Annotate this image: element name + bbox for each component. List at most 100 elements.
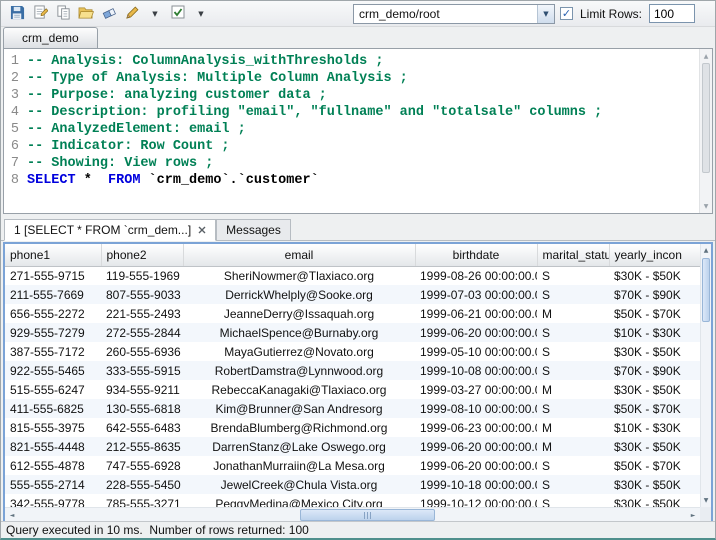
results-tabbar: 1 [SELECT * FROM `crm_dem...] Messages	[1, 218, 715, 241]
table-row[interactable]: 929-555-7279272-555-2844MichaelSpence@Bu…	[5, 323, 700, 342]
scroll-down-icon[interactable]: ▼	[701, 494, 711, 507]
result-tab-messages[interactable]: Messages	[216, 219, 291, 241]
table-row[interactable]: 211-555-7669807-555-9033DerrickWhelply@S…	[5, 285, 700, 304]
editor-line: 1 -- Analysis: ColumnAnalysis_withThresho…	[9, 53, 697, 70]
main-toolbar: ▼ ▼ crm_demo/root ▼ ✓ Limit Rows:	[1, 1, 715, 27]
table-cell: 656-555-2272	[5, 304, 101, 323]
table-cell: $30K - $50K	[609, 475, 700, 494]
editor-scrollbar[interactable]: ▲ ▼	[699, 49, 712, 213]
table-cell: 1999-07-03 00:00:00.000	[415, 285, 537, 304]
line-number: 1	[9, 53, 19, 70]
clear-editor-button[interactable]	[99, 4, 119, 24]
table-row[interactable]: 342-555-9778785-555-3271PeggyMedina@Mexi…	[5, 494, 700, 507]
table-cell: 130-555-6818	[101, 399, 183, 418]
save-icon	[10, 5, 25, 23]
table-row[interactable]: 515-555-6247934-555-9211RebeccaKanagaki@…	[5, 380, 700, 399]
table-row[interactable]: 922-555-5465333-555-5915RobertDamstra@Ly…	[5, 361, 700, 380]
column-header-yearly_incon[interactable]: yearly_incon	[609, 244, 700, 266]
result-tab-messages-label: Messages	[226, 223, 281, 237]
table-cell: JeanneDerry@Issaquah.org	[183, 304, 415, 323]
sql-token-comment: -- Analysis: ColumnAnalysis_withThreshol…	[27, 54, 383, 69]
column-header-phone2[interactable]: phone2	[101, 244, 183, 266]
result-tab-query[interactable]: 1 [SELECT * FROM `crm_dem...]	[4, 219, 216, 241]
column-header-marital_status[interactable]: marital_status	[537, 244, 609, 266]
horizontal-scrollbar-thumb[interactable]	[300, 509, 435, 521]
scroll-right-icon[interactable]: ►	[686, 508, 700, 522]
table-row[interactable]: 387-555-7172260-555-6936MayaGutierrez@No…	[5, 342, 700, 361]
sql-editor[interactable]: 1 -- Analysis: ColumnAnalysis_withThresho…	[3, 48, 713, 214]
limit-rows-checkbox[interactable]: ✓	[560, 7, 573, 20]
editor-tab-crm-demo[interactable]: crm_demo	[3, 27, 98, 48]
table-cell: 333-555-5915	[101, 361, 183, 380]
editor-scrollbar-thumb[interactable]	[702, 63, 710, 173]
table-cell: 221-555-2493	[101, 304, 183, 323]
table-row[interactable]: 555-555-2714228-555-5450JewelCreek@Chula…	[5, 475, 700, 494]
editor-line: 5 -- AnalyzedElement: email ;	[9, 121, 697, 138]
table-row[interactable]: 271-555-9715119-555-1969SheriNowmer@Tlax…	[5, 266, 700, 285]
table-row[interactable]: 612-555-4878747-555-6928JonathanMurraiin…	[5, 456, 700, 475]
execute-options-button[interactable]: ▼	[191, 4, 211, 24]
table-row[interactable]: 656-555-2272221-555-2493JeanneDerry@Issa…	[5, 304, 700, 323]
table-cell: $10K - $30K	[609, 323, 700, 342]
column-header-birthdate[interactable]: birthdate	[415, 244, 537, 266]
line-number: 5	[9, 121, 19, 138]
scroll-up-icon[interactable]: ▲	[700, 50, 712, 62]
editor-tabstrip: crm_demo	[1, 27, 715, 48]
table-cell: 642-555-6483	[101, 418, 183, 437]
table-cell: 1999-03-27 00:00:00.000	[415, 380, 537, 399]
table-cell: 1999-10-18 00:00:00.000	[415, 475, 537, 494]
table-cell: S	[537, 285, 609, 304]
vertical-scrollbar-thumb[interactable]	[702, 258, 710, 322]
sql-editor-window: ▼ ▼ crm_demo/root ▼ ✓ Limit Rows: crm_de…	[0, 0, 716, 540]
sql-editor-content[interactable]: 1 -- Analysis: ColumnAnalysis_withThresho…	[9, 53, 697, 210]
table-cell: $30K - $50K	[609, 380, 700, 399]
editor-line: 7-- Showing: View rows ;	[9, 155, 697, 172]
table-cell: 785-555-3271	[101, 494, 183, 507]
editor-options-button[interactable]: ▼	[145, 4, 165, 24]
result-tab-query-label: 1 [SELECT * FROM `crm_dem...]	[14, 223, 191, 237]
scroll-left-icon[interactable]: ◄	[5, 508, 19, 522]
save-as-button[interactable]	[30, 4, 50, 24]
table-row[interactable]: 411-555-6825130-555-6818Kim@Brunner@San …	[5, 399, 700, 418]
sql-token-comment: -- AnalyzedElement: email ;	[27, 122, 246, 137]
table-cell: S	[537, 475, 609, 494]
limit-rows-input[interactable]	[649, 4, 695, 23]
table-cell: 929-555-7279	[5, 323, 101, 342]
table-cell: MayaGutierrez@Novato.org	[183, 342, 415, 361]
open-file-button[interactable]	[76, 4, 96, 24]
table-cell: 807-555-9033	[101, 285, 183, 304]
table-cell: S	[537, 323, 609, 342]
table-cell: $30K - $50K	[609, 494, 700, 507]
line-number: 8	[9, 172, 19, 189]
table-cell: S	[537, 342, 609, 361]
connection-dropdown-button[interactable]: ▼	[537, 5, 554, 23]
results-table[interactable]: phone1phone2emailbirthdatemarital_status…	[5, 244, 700, 507]
table-cell: 1999-06-20 00:00:00.000	[415, 456, 537, 475]
copy-button[interactable]	[53, 4, 73, 24]
table-cell: 821-555-4448	[5, 437, 101, 456]
execute-button[interactable]	[168, 4, 188, 24]
connection-select[interactable]: crm_demo/root ▼	[353, 4, 555, 24]
scroll-up-icon[interactable]: ▲	[701, 244, 711, 257]
table-cell: BrendaBlumberg@Richmond.org	[183, 418, 415, 437]
column-header-email[interactable]: email	[183, 244, 415, 266]
column-header-phone1[interactable]: phone1	[5, 244, 101, 266]
vertical-scrollbar[interactable]: ▲ ▼	[700, 244, 711, 507]
save-button[interactable]	[7, 4, 27, 24]
editor-line: 8SELECT * FROM `crm_demo`.`customer`	[9, 172, 697, 189]
scroll-down-icon[interactable]: ▼	[700, 200, 712, 212]
line-number: 3	[9, 87, 19, 104]
horizontal-scrollbar[interactable]: ◄ ►	[5, 507, 700, 522]
table-row[interactable]: 821-555-4448212-555-8635DarrenStanz@Lake…	[5, 437, 700, 456]
table-cell: $70K - $90K	[609, 361, 700, 380]
line-number: 4	[9, 104, 19, 121]
sql-token-comment: -- Purpose: analyzing customer data ;	[27, 88, 327, 103]
table-cell: M	[537, 380, 609, 399]
table-row[interactable]: 815-555-3975642-555-6483BrendaBlumberg@R…	[5, 418, 700, 437]
editor-line: 6-- Indicator: Row Count ;	[9, 138, 697, 155]
table-cell: $10K - $30K	[609, 418, 700, 437]
edit-button[interactable]	[122, 4, 142, 24]
close-icon[interactable]	[198, 226, 206, 234]
table-cell: 815-555-3975	[5, 418, 101, 437]
table-cell: PeggyMedina@Mexico City.org	[183, 494, 415, 507]
